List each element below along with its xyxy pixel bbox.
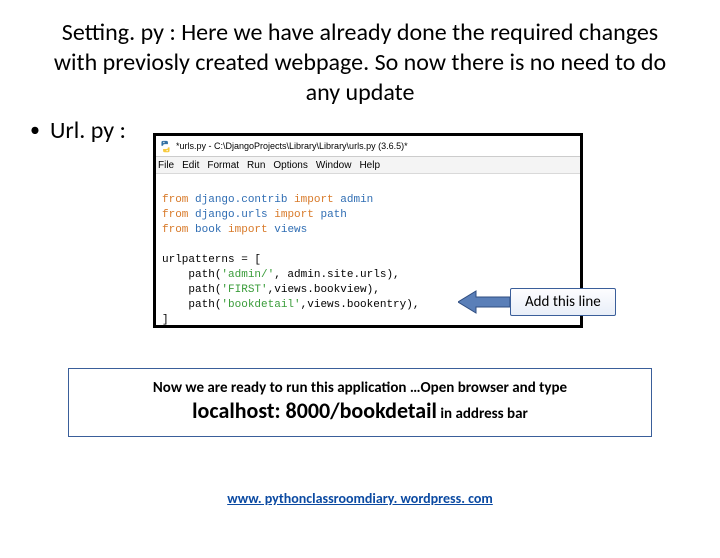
- instruction-box: Now we are ready to run this application…: [68, 368, 652, 437]
- instruction-line1: Now we are ready to run this application…: [83, 379, 637, 397]
- instruction-url: localhost: 8000/bookdetail: [192, 397, 437, 424]
- bullet-label: Url. py :: [50, 116, 126, 145]
- callout-label: Add this line: [510, 288, 616, 316]
- menu-edit[interactable]: Edit: [182, 160, 199, 171]
- editor-menubar: File Edit Format Run Options Window Help: [156, 157, 580, 174]
- arrow-left-icon: [458, 289, 510, 315]
- menu-run[interactable]: Run: [247, 160, 265, 171]
- instruction-line2: localhost: 8000/bookdetail in address ba…: [83, 397, 637, 424]
- editor-title: *urls.py - C:\DjangoProjects\Library\Lib…: [176, 141, 408, 151]
- heading-text: Setting. py : Here we have already done …: [40, 18, 680, 108]
- menu-window[interactable]: Window: [316, 160, 352, 171]
- footer-link[interactable]: www. pythonclassroomdiary. wordpress. co…: [227, 490, 493, 507]
- instruction-tail: in address bar: [437, 405, 528, 423]
- menu-options[interactable]: Options: [273, 160, 307, 171]
- menu-file[interactable]: File: [158, 160, 174, 171]
- callout: Add this line: [458, 286, 658, 318]
- menu-format[interactable]: Format: [207, 160, 239, 171]
- editor-titlebar: *urls.py - C:\DjangoProjects\Library\Lib…: [156, 136, 580, 157]
- bullet-dot-icon: •: [30, 116, 40, 144]
- menu-help[interactable]: Help: [359, 160, 380, 171]
- python-file-icon: [159, 140, 172, 153]
- footer: www. pythonclassroomdiary. wordpress. co…: [0, 490, 720, 507]
